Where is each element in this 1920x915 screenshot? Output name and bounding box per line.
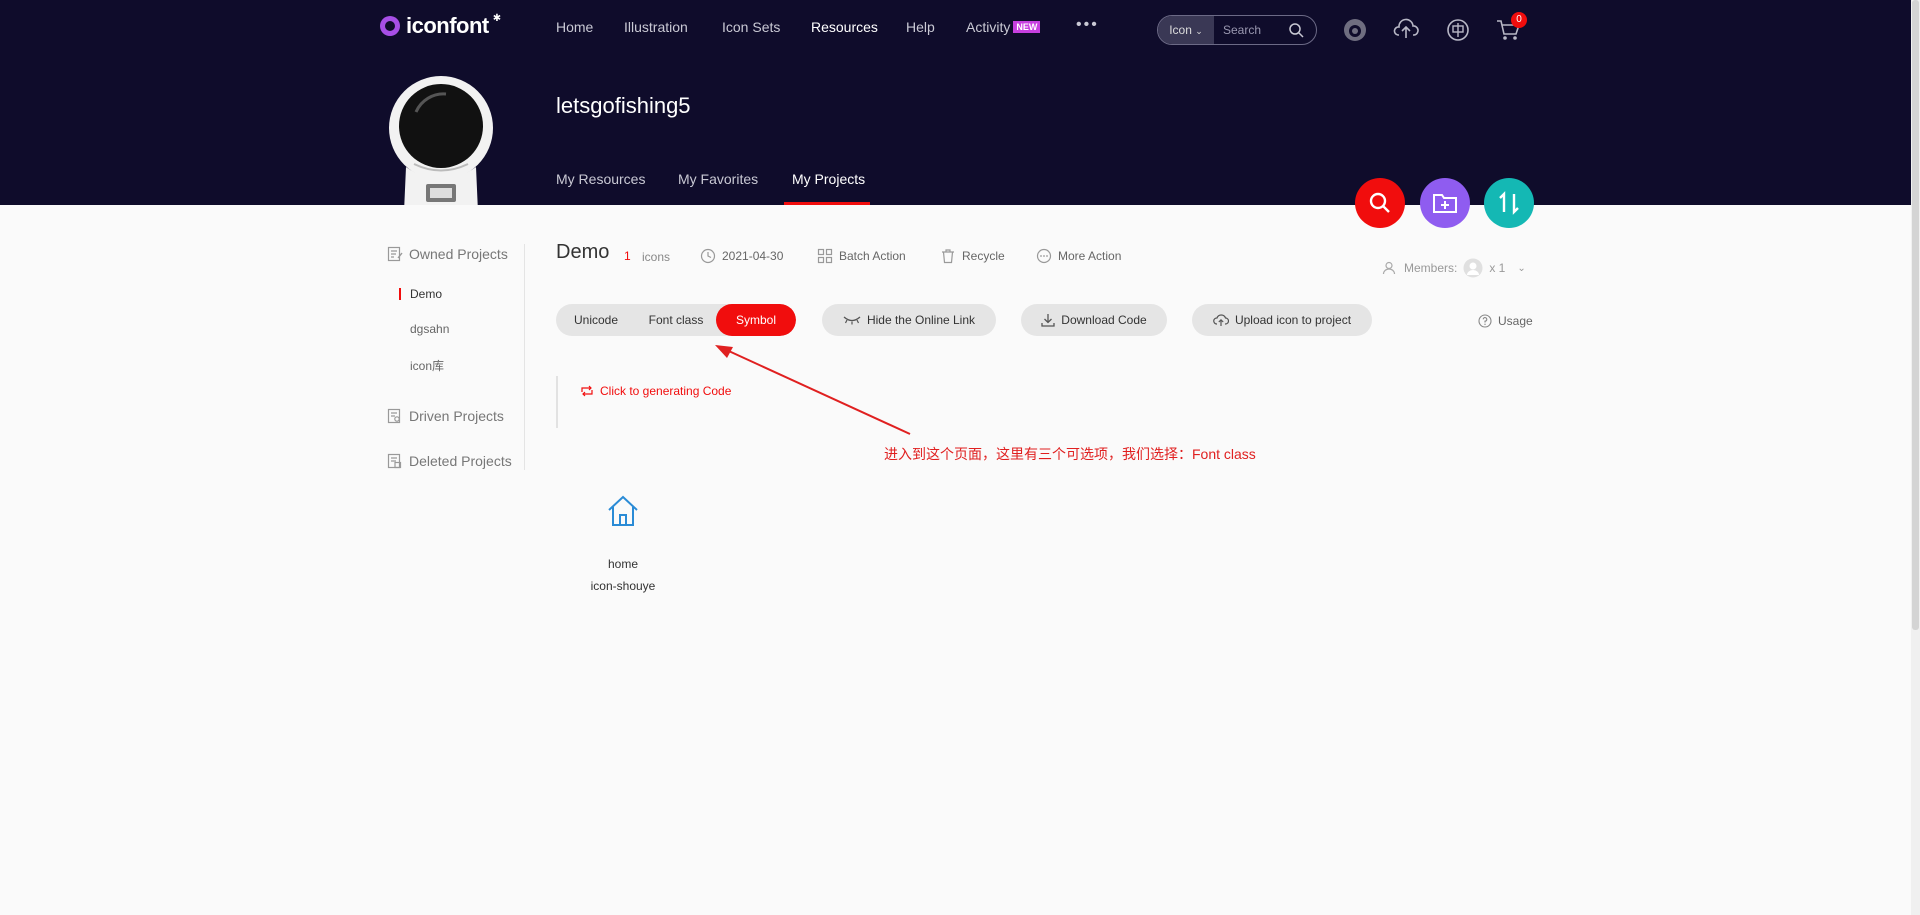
- edit-list-icon: [387, 246, 403, 262]
- driven-projects-label: Driven Projects: [409, 408, 504, 424]
- download-icon: [1041, 314, 1055, 327]
- nav-home[interactable]: Home: [556, 19, 593, 35]
- batch-action-label: Batch Action: [839, 249, 906, 263]
- profile-avatar: [386, 72, 496, 205]
- upload-icon-button[interactable]: Upload icon to project: [1192, 304, 1372, 336]
- batch-grid-icon: [817, 248, 833, 264]
- search-icon: [1369, 192, 1390, 213]
- nav-activity-label: Activity: [966, 19, 1011, 35]
- project-icon-count: 1: [624, 249, 631, 263]
- tab-active-indicator: [784, 202, 870, 205]
- fab-search-button[interactable]: [1355, 178, 1405, 228]
- more-nav-icon[interactable]: •••: [1076, 16, 1099, 34]
- annotation-text: 进入到这个页面，这里有三个可选项，我们选择：Font class: [884, 446, 1256, 462]
- project-icon-count-label: icons: [642, 250, 671, 264]
- active-project-marker: [399, 288, 401, 300]
- tab-my-favorites[interactable]: My Favorites: [678, 171, 758, 187]
- nav-activity[interactable]: Activity NEW: [966, 19, 1041, 35]
- refresh-icon: [581, 385, 593, 397]
- members-dropdown[interactable]: Members: x 1 ⌄: [1382, 258, 1526, 278]
- code-panel-border: [556, 376, 558, 428]
- upload-icon-label: Upload icon to project: [1234, 313, 1352, 327]
- upload-cloud-icon[interactable]: [1393, 17, 1419, 41]
- chevron-down-icon: ⌄: [1517, 262, 1526, 274]
- logo-text: iconfont: [406, 13, 489, 38]
- search-type-select[interactable]: Icon ⌄: [1158, 16, 1214, 44]
- download-code-label: Download Code: [1061, 313, 1147, 327]
- eye-closed-icon: [843, 316, 861, 325]
- icon-name: home: [607, 557, 639, 571]
- search-box[interactable]: Icon ⌄ Search: [1157, 15, 1317, 45]
- header-background: [0, 0, 1911, 205]
- sidebar-project-iconku[interactable]: icon库: [410, 357, 444, 374]
- project-title: Demo: [556, 241, 610, 263]
- more-action-label: More Action: [1058, 249, 1122, 263]
- annotation-arrow: [715, 345, 911, 435]
- trash-icon: [942, 249, 954, 264]
- icon-card[interactable]: home icon-shouye: [566, 490, 680, 600]
- member-avatar: [1463, 258, 1483, 278]
- members-icon: [1382, 261, 1396, 275]
- clock-icon: [700, 248, 716, 264]
- project-date-value: 2021-04-30: [722, 249, 784, 263]
- recycle-label: Recycle: [962, 249, 1005, 263]
- fab-new-project-button[interactable]: [1420, 178, 1470, 228]
- scrollbar-thumb[interactable]: [1912, 0, 1919, 630]
- nav-illustration[interactable]: Illustration: [624, 19, 688, 35]
- deleted-list-icon: [387, 453, 402, 469]
- usage-label: Usage: [1498, 314, 1533, 328]
- search-type-label: Icon: [1169, 23, 1192, 37]
- nav-resources[interactable]: Resources: [811, 19, 878, 35]
- search-input[interactable]: Search: [1223, 16, 1261, 44]
- home-icon: [608, 495, 638, 526]
- folder-add-icon: [1433, 194, 1457, 213]
- sidebar-project-demo[interactable]: Demo: [410, 287, 442, 301]
- search-icon[interactable]: [1288, 22, 1304, 38]
- language-icon[interactable]: [1446, 18, 1470, 42]
- batch-action-button[interactable]: Batch Action: [817, 248, 906, 264]
- logo-star-icon: ✱: [492, 12, 502, 24]
- fab-sort-button[interactable]: [1484, 178, 1534, 228]
- project-date: 2021-04-30: [700, 248, 783, 264]
- members-label: Members:: [1404, 261, 1458, 275]
- new-badge: NEW: [1013, 21, 1041, 33]
- sort-arrows-icon: [1499, 191, 1519, 215]
- sidebar-deleted-projects[interactable]: Deleted Projects: [387, 453, 512, 469]
- tab-my-projects[interactable]: My Projects: [792, 171, 865, 187]
- owned-projects-label: Owned Projects: [409, 246, 508, 262]
- usage-link[interactable]: Usage: [1478, 314, 1533, 328]
- sidebar-owned-projects[interactable]: Owned Projects: [387, 246, 508, 262]
- astronaut-avatar-icon: [389, 76, 493, 205]
- search-list-icon: [387, 408, 401, 424]
- sidebar-divider: [524, 244, 525, 470]
- sidebar-project-dgsahn[interactable]: dgsahn: [410, 322, 449, 336]
- user-avatar-icon[interactable]: [1343, 18, 1367, 42]
- page-scrollbar[interactable]: [1911, 0, 1920, 915]
- icon-class: icon-shouye: [590, 579, 656, 593]
- help-circle-icon: [1478, 314, 1492, 328]
- nav-icon-sets[interactable]: Icon Sets: [722, 19, 780, 35]
- more-action-button[interactable]: More Action: [1036, 248, 1121, 264]
- download-code-button[interactable]: Download Code: [1021, 304, 1167, 336]
- logo[interactable]: iconfont ✱: [378, 13, 501, 39]
- members-count: x 1: [1489, 261, 1506, 275]
- chevron-down-icon: ⌄: [1195, 26, 1203, 36]
- mode-unicode[interactable]: Unicode: [556, 304, 636, 336]
- upload-cloud-icon: [1213, 314, 1229, 326]
- nav-help[interactable]: Help: [906, 19, 935, 35]
- sidebar-driven-projects[interactable]: Driven Projects: [387, 408, 504, 424]
- hide-online-link-label: Hide the Online Link: [866, 313, 976, 327]
- cart-count-badge: 0: [1511, 12, 1527, 28]
- more-circle-icon: [1036, 248, 1052, 264]
- deleted-projects-label: Deleted Projects: [409, 453, 512, 469]
- iconfont-logo-icon: [380, 16, 400, 36]
- profile-username: letsgofishing5: [556, 93, 691, 118]
- tab-my-resources[interactable]: My Resources: [556, 171, 645, 187]
- recycle-button[interactable]: Recycle: [940, 248, 1005, 264]
